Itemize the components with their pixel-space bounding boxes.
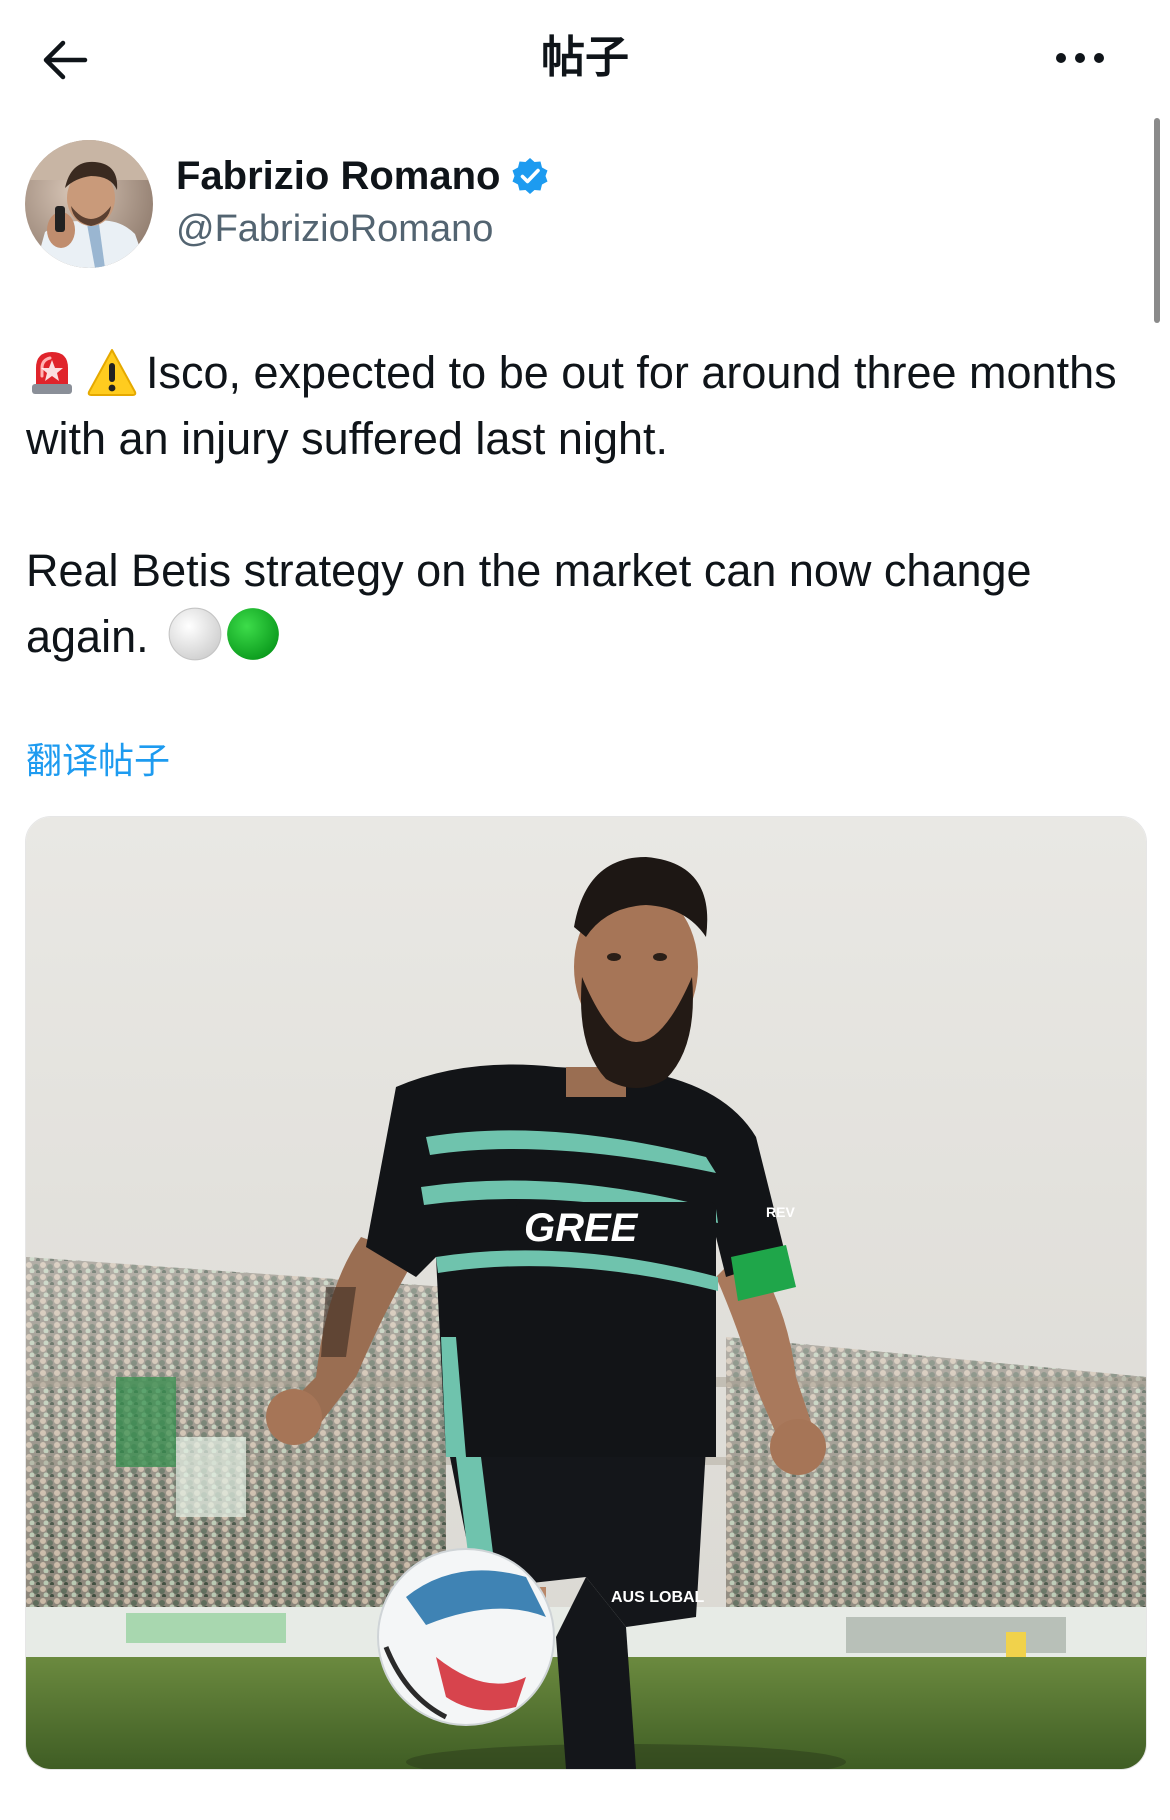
- siren-emoji: [32, 352, 72, 394]
- post-image[interactable]: AUS LOBAL GREE REV: [25, 816, 1147, 1770]
- jersey-sponsor: GREE: [524, 1206, 639, 1250]
- more-options-button[interactable]: [1040, 30, 1120, 86]
- post-paragraph-1: Isco, expected to be out for around thre…: [26, 340, 1136, 472]
- post-paragraph-1-text: Isco, expected to be out for around thre…: [26, 347, 1117, 464]
- author-name-text: Fabrizio Romano: [176, 154, 501, 198]
- author-handle[interactable]: @FabrizioRomano: [176, 206, 493, 252]
- white-circle-emoji: [168, 607, 222, 661]
- more-dot: [1094, 53, 1104, 63]
- page-title: 帖子: [541, 32, 629, 83]
- avatar[interactable]: [25, 140, 153, 268]
- player-photo: AUS LOBAL GREE REV: [26, 817, 1146, 1769]
- warning-emoji: [87, 349, 137, 396]
- author-name[interactable]: Fabrizio Romano: [176, 152, 550, 200]
- green-circle-emoji: [227, 608, 279, 660]
- verified-badge-icon: [512, 158, 548, 194]
- more-horizontal-icon: [1056, 53, 1066, 63]
- post-paragraph-2: Real Betis strategy on the market can no…: [26, 538, 1136, 670]
- top-bar: 帖子: [0, 0, 1170, 118]
- sleeve-sponsor: REV: [766, 1204, 795, 1220]
- post-body: Isco, expected to be out for around thre…: [26, 340, 1136, 670]
- shorts-sponsor: AUS LOBAL: [611, 1589, 705, 1606]
- more-dot: [1075, 53, 1085, 63]
- scrollbar[interactable]: [1154, 118, 1160, 323]
- translate-post-link[interactable]: 翻译帖子: [26, 738, 170, 786]
